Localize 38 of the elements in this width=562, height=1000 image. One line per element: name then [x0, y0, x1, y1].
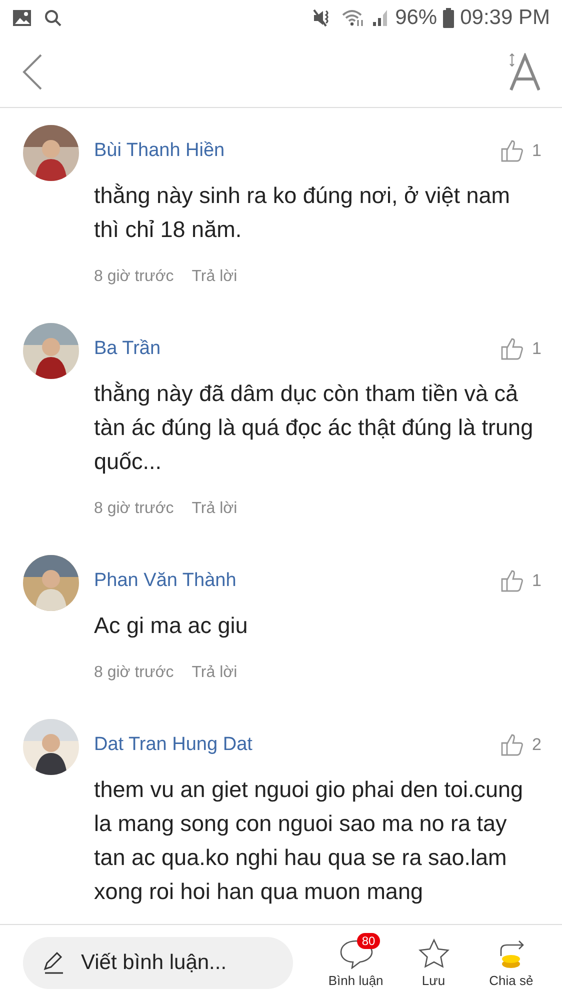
comment-count-badge: 80: [356, 933, 380, 949]
thumbs-up-icon[interactable]: [500, 139, 524, 163]
like-count: 1: [532, 339, 542, 359]
wifi-icon: [341, 9, 366, 27]
comment-text: thằng này đã dâm dục còn tham tiền và cả tàn ác đúng là quá đọc ác thật đúng là trung quốc...: [94, 380, 534, 476]
thumbs-up-icon[interactable]: [500, 337, 524, 361]
comment-time: 8 giờ trước: [94, 268, 174, 286]
battery-level: 96%: [395, 6, 438, 30]
search-icon: [44, 9, 62, 27]
signal-icon: [371, 9, 390, 27]
font-size-icon[interactable]: [508, 52, 540, 90]
comment-text: Ac gi ma ac giu: [94, 612, 249, 640]
battery-icon: [443, 8, 454, 28]
thumbs-up-icon[interactable]: [500, 569, 524, 593]
clock: 09:39 PM: [460, 6, 550, 30]
like-count: 2: [532, 735, 542, 755]
comment-time: 8 giờ trước: [94, 664, 174, 682]
comment-field[interactable]: Viết bình luận...: [23, 936, 293, 988]
comment-time: 8 giờ trước: [94, 500, 174, 518]
reply-link[interactable]: Trả lời: [192, 664, 238, 682]
back-icon[interactable]: [22, 54, 44, 90]
comment-text: thằng này sinh ra ko đúng nơi, ở việt nam thì chỉ 18 năm.: [94, 182, 511, 244]
reply-link[interactable]: Trả lời: [192, 268, 238, 286]
action-label[interactable]: Lưu: [422, 973, 446, 988]
comment-text: them vu an giet nguoi gio phai den toi.cung la mang song con nguoi sao ma no ra tay tan ac qua.ko nghi hau qua se ra sao.lam xong roi hoi han qua muon mang: [94, 776, 524, 906]
reply-link[interactable]: Trả lời: [192, 500, 238, 518]
like-count: 1: [532, 571, 542, 591]
action-label[interactable]: Bình luận: [328, 973, 384, 988]
like-count: 1: [532, 141, 542, 161]
author-name[interactable]: Bùi Thanh Hiền: [94, 140, 225, 162]
author-name[interactable]: Dat Tran Hung Dat: [94, 734, 252, 756]
pencil-icon: [41, 950, 65, 974]
gallery-icon: [12, 9, 32, 27]
star-icon[interactable]: [418, 938, 450, 970]
author-name[interactable]: Phan Văn Thành: [94, 570, 236, 592]
author-name[interactable]: Ba Trần: [94, 338, 161, 360]
action-label[interactable]: Chia sẻ: [489, 973, 534, 988]
thumbs-up-icon[interactable]: [500, 733, 524, 757]
